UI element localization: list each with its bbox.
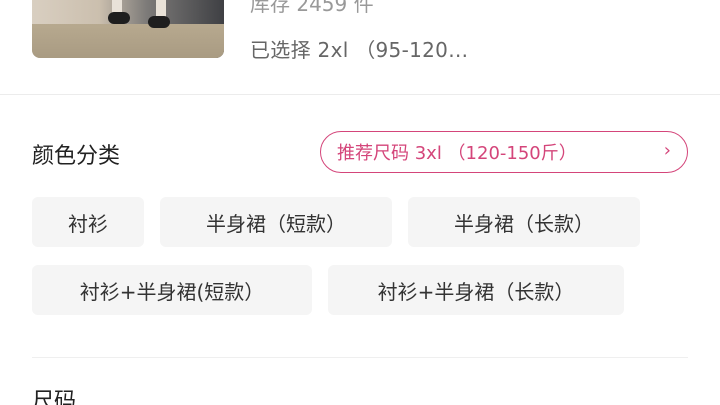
- option-label: 衬衫+半身裙（长款）: [377, 279, 575, 304]
- section-divider: [32, 357, 688, 358]
- chevron-right-icon: ›: [663, 140, 671, 161]
- thumbnail-floor: [32, 24, 224, 58]
- option-label: 衬衫+半身裙(短款）: [79, 279, 265, 304]
- option-label: 半身裙（长款）: [454, 211, 594, 236]
- color-option-long-skirt[interactable]: 半身裙（长款）: [408, 197, 640, 247]
- thumbnail-shoe-left: [108, 12, 130, 24]
- color-option-shirt-short-skirt[interactable]: 衬衫+半身裙(短款）: [32, 265, 312, 315]
- product-header: 库存 2459 件 已选择 2xl （95-120…: [0, 0, 720, 95]
- selected-variant: 已选择 2xl （95-120…: [250, 38, 469, 62]
- color-option-shirt[interactable]: 衬衫: [32, 197, 144, 247]
- section-divider: [0, 94, 720, 95]
- recommended-size-label: 推荐尺码 3xl （120-150斤）: [337, 143, 577, 164]
- color-option-shirt-long-skirt[interactable]: 衬衫+半身裙（长款）: [328, 265, 624, 315]
- product-thumbnail[interactable]: [32, 0, 224, 58]
- color-category-title: 颜色分类: [32, 144, 121, 169]
- color-option-short-skirt[interactable]: 半身裙（短款）: [160, 197, 392, 247]
- option-label: 衬衫: [68, 211, 108, 236]
- option-label: 半身裙（短款）: [206, 211, 346, 236]
- stock-count: 库存 2459 件: [250, 0, 374, 16]
- recommended-size-button[interactable]: 推荐尺码 3xl （120-150斤） ›: [320, 131, 688, 173]
- thumbnail-shoe-right: [148, 16, 170, 28]
- size-section-title: 尺码: [32, 389, 77, 405]
